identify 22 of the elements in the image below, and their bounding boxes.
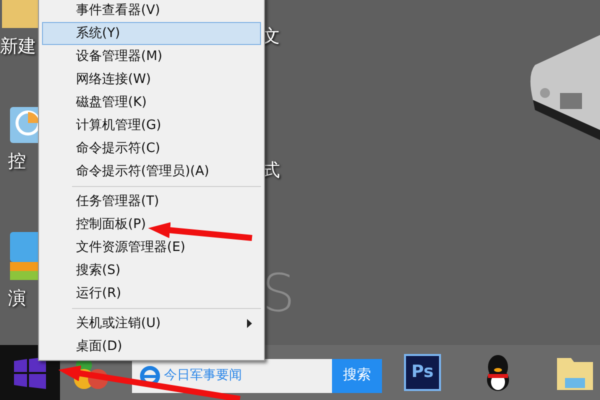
desktop-icon-label[interactable]: 演 [8, 290, 26, 308]
menu-item[interactable]: 命令提示符(管理员)(A) [42, 160, 261, 183]
menu-item[interactable]: 桌面(D) [42, 335, 261, 358]
photoshop-icon[interactable]: Ps [404, 354, 441, 391]
windows-logo-icon [14, 356, 46, 388]
menu-item[interactable]: 磁盘管理(K) [42, 91, 261, 114]
menu-item[interactable]: 运行(R) [42, 282, 261, 305]
desktop-icon-label[interactable]: 新建 [0, 38, 36, 56]
menu-item[interactable]: 关机或注销(U) [42, 312, 261, 335]
browser-icon [140, 366, 160, 386]
menu-item[interactable]: 设备管理器(M) [42, 45, 261, 68]
menu-item[interactable]: 系统(Y) [42, 22, 261, 45]
menu-item[interactable]: 计算机管理(G) [42, 114, 261, 137]
desktop-icon-label[interactable]: 控 [8, 153, 26, 171]
folder-icon[interactable] [0, 0, 40, 30]
menu-item[interactable]: 事件查看器(V) [42, 0, 261, 22]
menu-item[interactable]: 命令提示符(C) [42, 137, 261, 160]
menu-item[interactable]: 文件资源管理器(E) [42, 236, 261, 259]
menu-item[interactable]: 控制面板(P) [42, 213, 261, 236]
menu-item[interactable]: 搜索(S) [42, 259, 261, 282]
menu-item[interactable]: 任务管理器(T) [42, 190, 261, 213]
menu-item[interactable]: 网络连接(W) [42, 68, 261, 91]
